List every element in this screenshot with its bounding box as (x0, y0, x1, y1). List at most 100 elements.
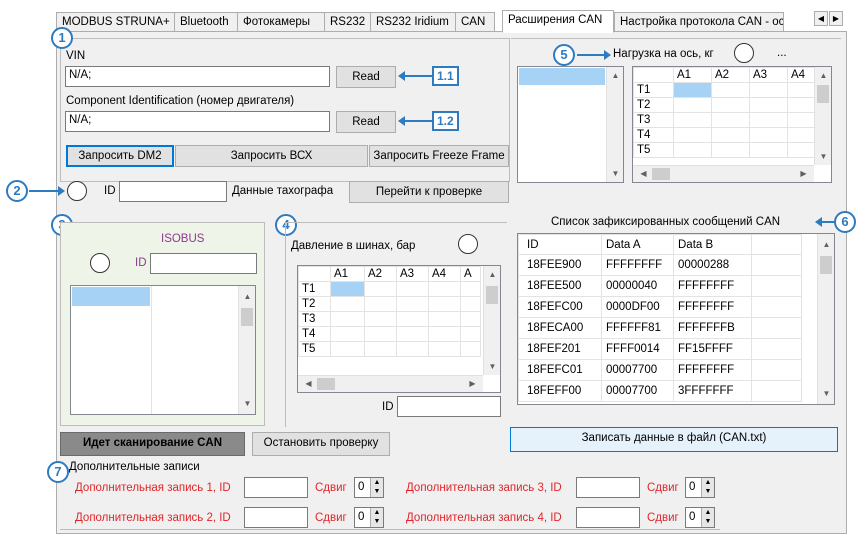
tire-grid[interactable]: A1 A2 A3 A4 A T1 T2 T3 T4 T5 ▲ ▼ ◀ ▶ (297, 265, 501, 393)
extra-record-3-shift-label: Сдвиг (647, 482, 679, 494)
table-cell: FFFFFFFF (601, 254, 674, 276)
axle-col-header: A3 (749, 67, 788, 83)
arrow-1-2 (398, 116, 432, 126)
can-messages-table[interactable]: ID Data A Data B 18FEE900 FFFFFFFF 00000288 … (517, 233, 835, 405)
isobus-id-field[interactable] (150, 253, 257, 274)
tab-scroll-right-icon[interactable]: ▶ (829, 11, 843, 26)
isobus-indicator-icon (90, 253, 110, 273)
tire-col-header: A2 (364, 266, 397, 282)
extra-record-1-shift[interactable]: 0 ▲ ▼ (354, 477, 384, 498)
tire-id-field[interactable] (397, 396, 501, 417)
extra-record-3-shift[interactable]: 0 ▲ ▼ (685, 477, 715, 498)
axle-col-header: A4 (787, 67, 818, 83)
axle-grid[interactable]: A1 A2 A3 A4 T1 T2 T3 T4 T5 ▲ ▼ ◀ ▶ (632, 66, 832, 183)
component-read-button[interactable]: Read (336, 111, 396, 133)
write-file-button[interactable]: Записать данные в файл (CAN.txt) (510, 427, 838, 452)
extra-record-4-label: Дополнительная запись 4, ID (406, 512, 562, 524)
table-cell: 00007700 (601, 380, 674, 402)
request-bcx-button[interactable]: Запросить ВСХ (175, 145, 368, 167)
request-dm2-button[interactable]: Запросить DM2 (66, 145, 174, 167)
tire-indicator-icon (458, 234, 478, 254)
table-cell: FFFFFFFF (673, 275, 752, 297)
vin-read-button[interactable]: Read (336, 66, 396, 88)
table-cell: 18FEE500 (518, 275, 602, 297)
component-label: Component Identification (номер двигател… (66, 95, 295, 107)
table-cell: FF15FFFF (673, 338, 752, 360)
table-cell: FFFF0014 (601, 338, 674, 360)
spin-arrows-icon[interactable]: ▲ ▼ (370, 508, 383, 527)
tire-col-header: A3 (396, 266, 429, 282)
axle-row-header: T3 (633, 112, 674, 128)
scanning-can-button[interactable]: Идет сканирование CAN (60, 432, 245, 456)
extra-record-4-shift-label: Сдвиг (647, 512, 679, 524)
spin-arrows-icon[interactable]: ▲ ▼ (370, 478, 383, 497)
isobus-title: ISOBUS (161, 233, 205, 245)
table-cell: 18FECA00 (518, 317, 602, 339)
vin-field[interactable]: N/A; (65, 66, 330, 87)
component-field[interactable]: N/A; (65, 111, 330, 132)
can-list-title: Список зафиксированных сообщений CAN (551, 216, 781, 228)
axle-col-header: A2 (711, 67, 750, 83)
tab-rs232-iridium[interactable]: RS232 Iridium (370, 12, 456, 32)
tire-row-header: T3 (298, 311, 331, 327)
extra-record-4-id[interactable] (576, 507, 640, 528)
arrow-1-1 (398, 71, 432, 81)
tire-col-header: A4 (428, 266, 461, 282)
axle-list[interactable]: ▲ ▼ (517, 66, 624, 183)
isobus-id-label: ID (135, 257, 147, 269)
extra-record-2-shift[interactable]: 0 ▲ ▼ (354, 507, 384, 528)
axle-col-header: A1 (673, 67, 712, 83)
extra-record-1-label: Дополнительная запись 1, ID (75, 482, 231, 494)
table-cell: 18FEFC01 (518, 359, 602, 381)
stop-check-button[interactable]: Остановить проверку (252, 432, 390, 456)
callout-1-1: 1.1 (432, 66, 459, 86)
extra-record-2-shift-label: Сдвиг (315, 512, 347, 524)
spin-arrows-icon[interactable]: ▲ ▼ (701, 478, 714, 497)
table-cell: FFFFFF81 (601, 317, 674, 339)
table-cell: 18FEFF00 (518, 380, 602, 402)
extra-record-4-shift[interactable]: 0 ▲ ▼ (685, 507, 715, 528)
tab-rs232[interactable]: RS232 (324, 12, 371, 32)
tire-col-header: A1 (330, 266, 365, 282)
arrow-6 (815, 217, 835, 227)
goto-check-button[interactable]: Перейти к проверке (349, 181, 509, 203)
tab-cameras[interactable]: Фотокамеры (237, 12, 325, 32)
spin-arrows-icon[interactable]: ▲ ▼ (701, 508, 714, 527)
extra-record-3-label: Дополнительная запись 3, ID (406, 482, 562, 494)
tab-can-protocol[interactable]: Настройка протокола CAN - основ (614, 12, 784, 32)
axle-row-header: T1 (633, 82, 674, 98)
tacho-id-field[interactable] (119, 181, 227, 202)
table-cell: 18FEFC00 (518, 296, 602, 318)
extra-record-2-label: Дополнительная запись 2, ID (75, 512, 231, 524)
table-cell: 00000288 (673, 254, 752, 276)
can-header-data-a: Data A (601, 234, 674, 255)
table-cell: 00007700 (601, 359, 674, 381)
arrow-2 (29, 186, 65, 196)
vin-label: VIN (66, 50, 86, 62)
tacho-data-label: Данные тахографа (232, 185, 334, 197)
table-cell: FFFFFFFF (673, 296, 752, 318)
tire-col-header: A (460, 266, 481, 282)
request-freeze-frame-button[interactable]: Запросить Freeze Frame (369, 145, 509, 167)
table-cell: FFFFFFFB (673, 317, 752, 339)
tab-scroll-left-icon[interactable]: ◀ (814, 11, 828, 26)
tab-bluetooth[interactable]: Bluetooth (174, 12, 238, 32)
callout-1: 1 (51, 27, 73, 49)
extra-record-3-id[interactable] (576, 477, 640, 498)
isobus-list[interactable]: ▲ ▼ (70, 285, 256, 415)
tire-row-header: T4 (298, 326, 331, 342)
callout-6: 6 (834, 211, 856, 233)
tab-modbus[interactable]: MODBUS STRUNA+ (56, 12, 175, 32)
extra-record-1-id[interactable] (244, 477, 308, 498)
axle-row-header: T5 (633, 142, 674, 158)
axle-row-header: T2 (633, 97, 674, 113)
tab-can[interactable]: CAN (455, 12, 495, 32)
can-header-data-b: Data B (673, 234, 752, 255)
extra-record-2-id[interactable] (244, 507, 308, 528)
tire-title: Давление в шинах, бар (291, 240, 416, 252)
tire-row-header: T1 (298, 281, 331, 297)
table-cell: 00000040 (601, 275, 674, 297)
extra-record-1-shift-label: Сдвиг (315, 482, 347, 494)
table-cell: FFFFFFFF (673, 359, 752, 381)
tab-can-extensions[interactable]: Расширения CAN (502, 10, 614, 33)
